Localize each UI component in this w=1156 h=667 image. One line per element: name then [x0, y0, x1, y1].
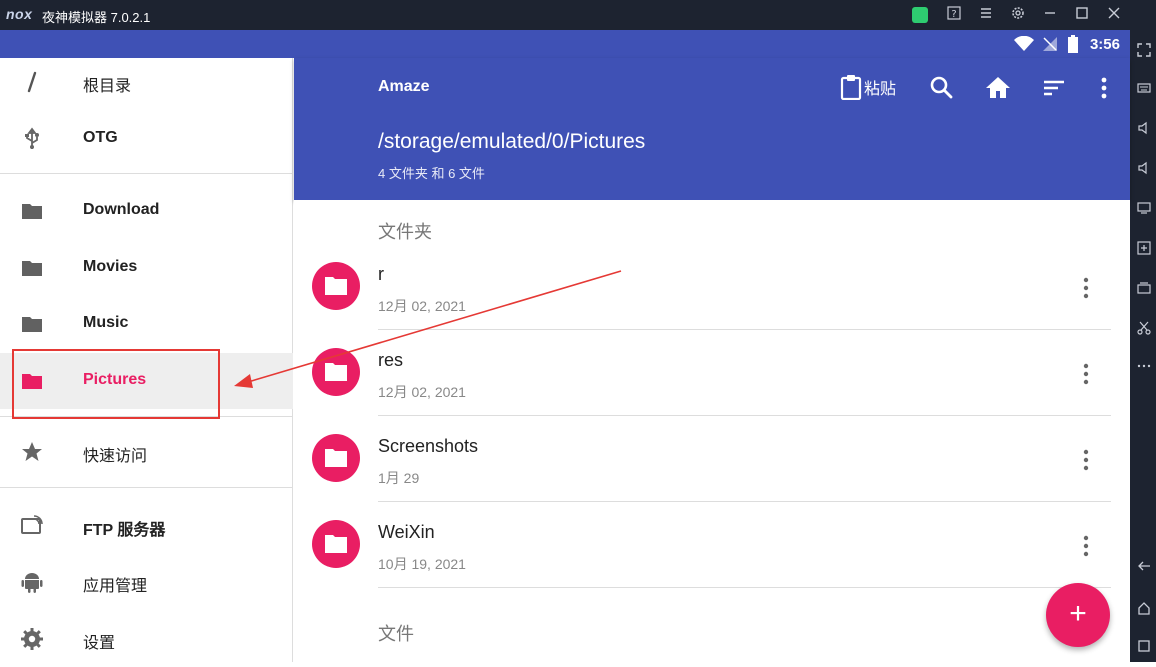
minimize-icon[interactable] [1040, 5, 1060, 25]
drawer-item-download[interactable]: Download [0, 183, 293, 239]
drawer-divider [0, 487, 293, 488]
folder-icon [22, 261, 42, 276]
home-icon[interactable] [984, 74, 1012, 102]
drawer-divider [0, 173, 293, 174]
annotation-highlight-box [12, 349, 220, 419]
drawer-item-settings[interactable]: 设置 [0, 611, 293, 667]
ftp-icon [21, 515, 43, 534]
volume-down-icon[interactable] [1134, 160, 1154, 180]
drawer-item-movies[interactable]: Movies [0, 240, 293, 296]
folder-name: r [378, 264, 384, 284]
emulator-title: 夜神模拟器 7.0.2.1 [42, 10, 151, 25]
maximize-icon[interactable] [1072, 5, 1092, 25]
folder-icon [325, 277, 347, 295]
folder-row-weixin[interactable]: WeiXin 10月 19, 2021 [294, 502, 1130, 588]
folder-icon [325, 363, 347, 381]
drawer-item-label: 设置 [83, 635, 116, 652]
add-fab-button[interactable]: + [1046, 583, 1110, 647]
folder-name: Screenshots [378, 436, 479, 456]
more-icon[interactable] [1134, 358, 1154, 378]
emulator-titlebar: nox 夜神模拟器 7.0.2.1 ? [0, 0, 1156, 30]
settings-icon[interactable] [1008, 5, 1028, 25]
store-icon[interactable] [912, 7, 928, 23]
nox-logo: nox [6, 6, 33, 22]
drawer-item-otg[interactable]: OTG [0, 111, 293, 167]
close-icon[interactable] [1104, 5, 1124, 25]
drawer-item-label: Movies [83, 258, 138, 275]
folder-avatar [312, 348, 360, 396]
emulator-toolbar [1130, 30, 1156, 662]
wifi-icon [1014, 36, 1034, 51]
recents-icon[interactable] [1134, 638, 1154, 658]
drawer-item-app-manager[interactable]: 应用管理 [0, 554, 293, 610]
svg-text:?: ? [951, 9, 956, 20]
star-icon [22, 442, 42, 461]
clipboard-icon [840, 75, 862, 101]
paste-label: 粘贴 [864, 81, 897, 98]
folder-name: WeiXin [378, 522, 435, 542]
sort-icon[interactable] [1040, 74, 1068, 102]
folder-date: 10月 19, 2021 [378, 556, 466, 572]
drawer-item-label: 快速访问 [83, 448, 148, 465]
files-section-header: 文件 [378, 624, 414, 644]
folder-name: res [378, 350, 404, 370]
help-icon[interactable]: ? [944, 5, 964, 25]
folder-date: 1月 29 [378, 470, 420, 486]
paste-button[interactable]: 粘贴 [840, 74, 897, 101]
folder-icon [22, 204, 42, 219]
folder-avatar [312, 520, 360, 568]
usb-icon [25, 127, 39, 149]
slash-icon [27, 71, 37, 93]
multi-window-icon[interactable] [1134, 280, 1154, 300]
status-time: 3:56 [1089, 36, 1120, 53]
back-icon[interactable] [1134, 558, 1154, 578]
overflow-menu-icon[interactable] [1090, 74, 1118, 102]
android-icon [21, 573, 43, 593]
drawer-item-label: FTP 服务器 [83, 522, 166, 539]
folders-section-header: 文件夹 [378, 222, 432, 242]
folder-date: 12月 02, 2021 [378, 298, 466, 314]
screen-icon[interactable] [1134, 200, 1154, 220]
battery-icon [1068, 35, 1078, 53]
drawer-item-label: 根目录 [83, 78, 132, 95]
more-vert-icon[interactable] [1080, 362, 1092, 386]
drawer-item-label: OTG [83, 129, 118, 146]
folder-icon [325, 449, 347, 467]
app-bar: Amaze 粘贴 /storage/emulated/0/Pictures 4 … [294, 58, 1130, 200]
scissors-icon[interactable] [1134, 320, 1154, 340]
drawer-item-label: Music [83, 314, 129, 331]
folder-row-res[interactable]: res 12月 02, 2021 [294, 330, 1130, 416]
drawer-item-music[interactable]: Music [0, 296, 293, 352]
folder-row-r[interactable]: r 12月 02, 2021 [294, 244, 1130, 330]
folder-avatar [312, 434, 360, 482]
drawer-item-ftp[interactable]: FTP 服务器 [0, 498, 293, 554]
folder-icon [22, 317, 42, 332]
more-vert-icon[interactable] [1080, 276, 1092, 300]
folder-avatar [312, 262, 360, 310]
fullscreen-icon[interactable] [1134, 42, 1154, 62]
app-title: Amaze [378, 78, 430, 95]
home-nav-icon[interactable] [1134, 600, 1154, 620]
add-apk-icon[interactable] [1134, 240, 1154, 260]
drawer-item-label: 应用管理 [83, 578, 148, 595]
signal-icon [1043, 37, 1057, 51]
menu-icon[interactable] [976, 5, 996, 25]
volume-up-icon[interactable] [1134, 120, 1154, 140]
search-icon[interactable] [928, 74, 956, 102]
current-path: /storage/emulated/0/Pictures [378, 130, 646, 153]
folder-date: 12月 02, 2021 [378, 384, 466, 400]
drawer-item-quick-access[interactable]: 快速访问 [0, 424, 293, 480]
more-vert-icon[interactable] [1080, 448, 1092, 472]
drawer-item-label: Download [83, 201, 160, 218]
gear-icon [21, 628, 43, 650]
folder-icon [325, 535, 347, 553]
drawer-item-root[interactable]: 根目录 [0, 54, 293, 110]
row-divider [378, 587, 1111, 588]
folder-row-screenshots[interactable]: Screenshots 1月 29 [294, 416, 1130, 502]
item-count: 4 文件夹 和 6 文件 [378, 166, 485, 181]
keyboard-icon[interactable] [1134, 80, 1154, 100]
file-list: 文件夹 r 12月 02, 2021 res 12月 02, 2021 Scre… [294, 200, 1130, 662]
more-vert-icon[interactable] [1080, 534, 1092, 558]
